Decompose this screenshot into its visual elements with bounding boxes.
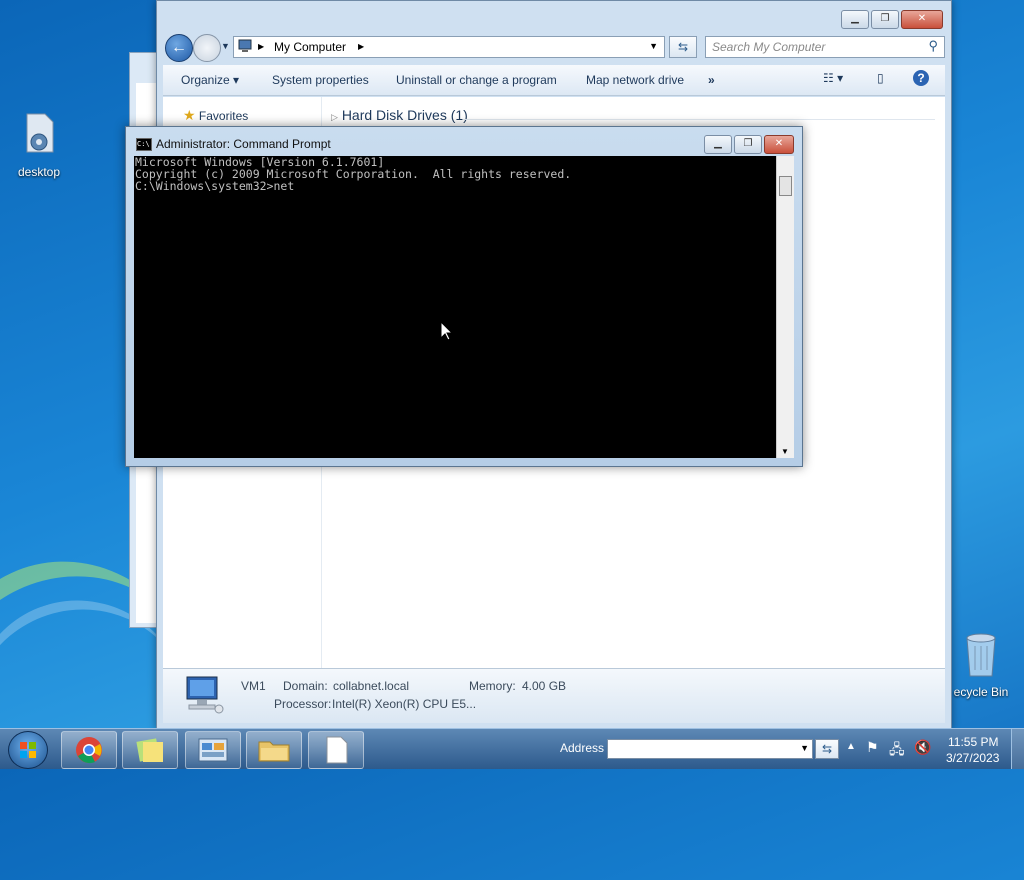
processor-value: Intel(R) Xeon(R) CPU E5... [332, 697, 477, 711]
breadcrumb-arrow-icon[interactable]: ▶ [358, 42, 364, 51]
computer-name: VM1 [241, 679, 266, 693]
taskbar-explorer[interactable] [246, 731, 302, 769]
search-icon[interactable]: ⚲ [928, 38, 938, 54]
star-icon: ★ [183, 107, 196, 123]
minimize-button[interactable]: ▁ [841, 10, 869, 29]
more-commands-button[interactable]: » [708, 73, 715, 87]
desktop-icon-desktop[interactable]: desktop [1, 112, 77, 179]
explorer-caption-buttons: ▁ ❐ ✕ [841, 10, 943, 29]
cmd-icon: C:\ [136, 138, 152, 151]
address-bar[interactable]: ▶ My Computer ▶ ▼ [233, 36, 665, 58]
taskbar: Address ▼ ⇆ ▲ ⚑ 🖧 🔇 11:55 PM 3/27/2023 [0, 728, 1024, 769]
command-prompt-window[interactable]: C:\ Administrator: Command Prompt ▁ ❐ ✕ … [125, 126, 803, 467]
domain-label: Domain: [283, 679, 328, 693]
memory-label: Memory: [469, 679, 516, 693]
windows-logo-icon [20, 742, 36, 758]
close-button[interactable]: ✕ [901, 10, 943, 29]
breadcrumb-my-computer[interactable]: My Computer [274, 40, 346, 54]
cmd-minimize-button[interactable]: ▁ [704, 135, 732, 154]
computer-icon [181, 675, 225, 718]
processor-label: Processor: [274, 697, 332, 711]
desktop-icon-label: ecycle Bin [953, 685, 1009, 699]
mouse-cursor-icon [440, 320, 454, 344]
folder-icon [258, 741, 290, 762]
scroll-down-icon[interactable]: ▼ [781, 447, 789, 456]
taskbar-blank-document[interactable] [308, 731, 364, 769]
nav-favorites[interactable]: ★ Favorites [183, 107, 248, 124]
preview-pane-icon[interactable]: ▯ [877, 71, 884, 85]
organize-button[interactable]: Organize ▾ [181, 73, 239, 87]
address-go-icon[interactable]: ⇆ [815, 739, 839, 759]
recycle-bin-icon [946, 630, 1016, 681]
address-toolbar-label: Address [560, 741, 605, 755]
show-desktop-button[interactable] [1011, 729, 1024, 769]
change-view-icon[interactable]: ☷ ▾ [823, 71, 843, 85]
cmd-caption-buttons: ▁ ❐ ✕ [704, 135, 794, 154]
clock-date[interactable]: 3/27/2023 [946, 751, 999, 765]
forward-button[interactable] [193, 34, 221, 62]
explorer-nav-row: ← ▼ ▶ My Computer ▶ ▼ ⇆ Search My Comput… [165, 33, 945, 62]
command-bar: Organize ▾ System properties Uninstall o… [163, 65, 945, 96]
search-input[interactable]: Search My Computer ⚲ [705, 36, 945, 58]
show-hidden-icons-icon[interactable]: ▲ [846, 741, 856, 752]
taskbar-address-input[interactable]: ▼ [607, 739, 813, 759]
cmd-title: Administrator: Command Prompt [156, 137, 331, 151]
cmd-close-button[interactable]: ✕ [764, 135, 794, 154]
maximize-button[interactable]: ❐ [871, 10, 899, 29]
control-panel-icon [198, 738, 228, 762]
action-center-flag-icon[interactable]: ⚑ [866, 739, 879, 756]
taskbar-chrome[interactable] [61, 731, 117, 769]
scrollbar-thumb[interactable] [779, 176, 792, 196]
clock-time[interactable]: 11:55 PM [948, 735, 998, 749]
search-placeholder: Search My Computer [712, 40, 826, 54]
memory-value: 4.00 GB [522, 679, 567, 693]
console-line: C:\Windows\system32>net [135, 179, 295, 193]
computer-small-icon [238, 39, 254, 56]
address-dropdown-icon[interactable]: ▼ [649, 41, 658, 51]
taskbar-control-panel[interactable] [185, 731, 241, 769]
network-icon[interactable]: 🖧 [889, 739, 905, 763]
cmd-console[interactable]: Microsoft Windows [Version 6.1.7601] Cop… [134, 156, 776, 458]
refresh-icon[interactable]: ⇆ [669, 36, 697, 58]
chrome-icon [76, 737, 102, 764]
expand-arrow-icon[interactable]: ▷ [331, 112, 338, 122]
breadcrumb-arrow-icon[interactable]: ▶ [258, 42, 264, 51]
cmd-maximize-button[interactable]: ❐ [734, 135, 762, 154]
cmd-scrollbar[interactable]: ▼ [776, 156, 794, 458]
group-divider [463, 119, 935, 120]
desktop-icon-recycle-bin[interactable]: ecycle Bin [946, 630, 1016, 699]
details-pane: VM1 Domain: collabnet.local Memory: 4.00… [163, 668, 945, 723]
document-icon [326, 736, 348, 764]
system-properties-button[interactable]: System properties [272, 73, 369, 87]
back-button[interactable]: ← [165, 34, 193, 62]
start-button[interactable] [8, 731, 48, 769]
recent-pages-chevron-icon[interactable]: ▼ [221, 41, 230, 51]
map-network-drive-button[interactable]: Map network drive [586, 73, 684, 87]
document-settings-icon [1, 112, 77, 161]
uninstall-program-button[interactable]: Uninstall or change a program [396, 73, 557, 87]
domain-value: collabnet.local [333, 679, 410, 693]
volume-muted-icon[interactable]: 🔇 [914, 739, 931, 756]
desktop-icon-label: desktop [17, 165, 61, 179]
sticky-notes-icon [136, 738, 163, 762]
help-icon[interactable]: ? [913, 70, 929, 86]
group-header[interactable]: ▷ Hard Disk Drives (1) [331, 107, 468, 123]
address-dropdown-icon[interactable]: ▼ [800, 743, 809, 753]
taskbar-stickies[interactable] [122, 731, 178, 769]
